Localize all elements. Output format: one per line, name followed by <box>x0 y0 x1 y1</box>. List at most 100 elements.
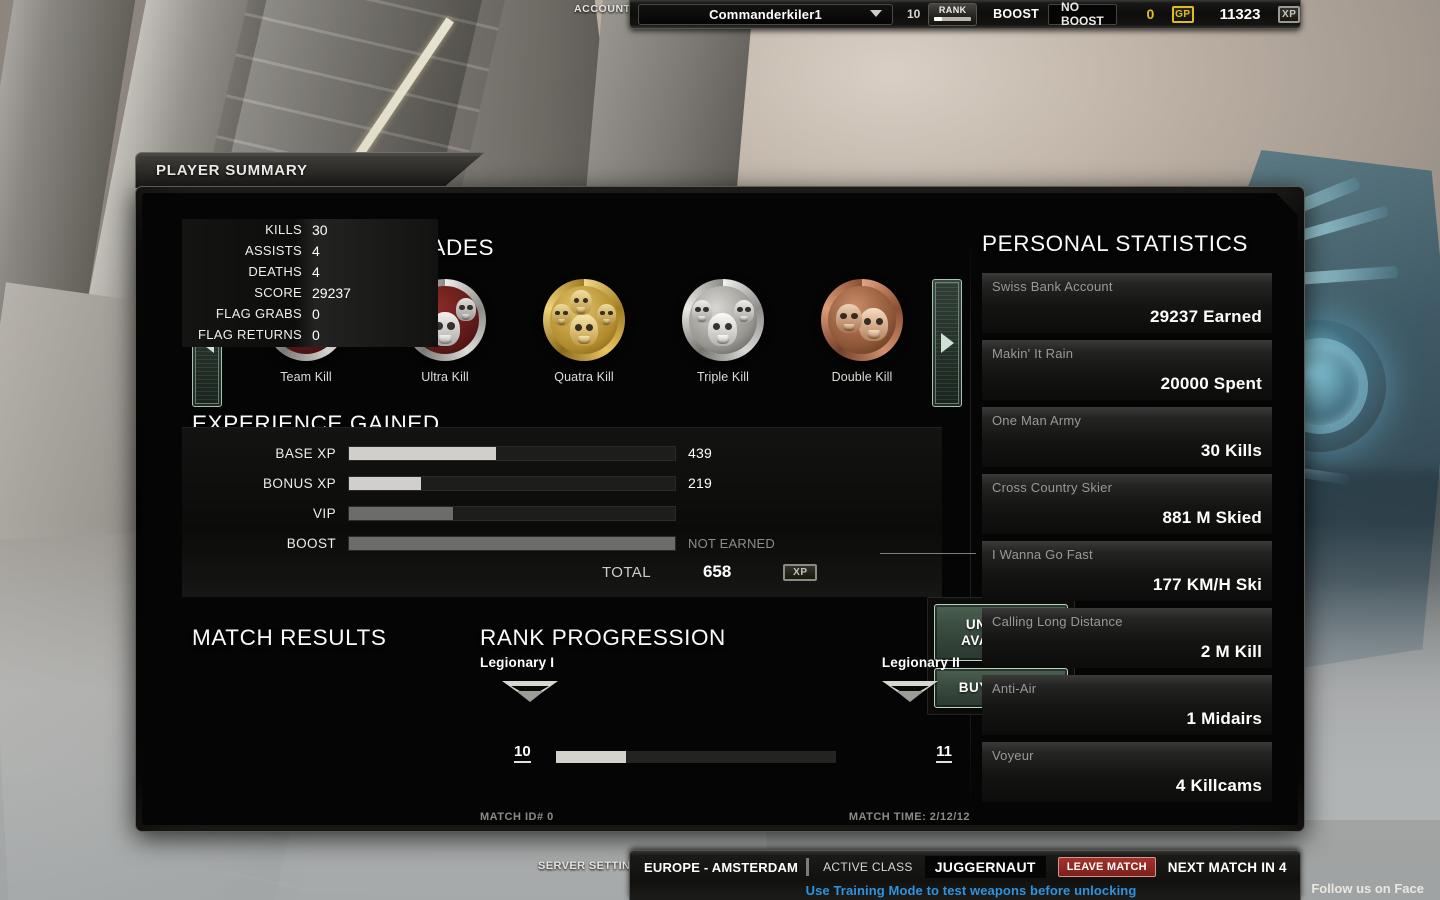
xp-row: BOOST NOT EARNED <box>182 532 842 554</box>
xp-row-label: BONUS XP <box>263 475 336 491</box>
server-name[interactable]: EUROPE - AMSTERDAM <box>636 860 806 875</box>
skull-icon <box>859 308 888 341</box>
badge-label: Double Kill <box>831 370 893 384</box>
xp-row-value: 219 <box>688 475 712 491</box>
boost-status[interactable]: NO BOOST <box>1048 0 1117 28</box>
next-level: 11 <box>936 743 952 763</box>
current-level: 10 <box>514 743 531 763</box>
badge-item[interactable]: Quatra Kill <box>514 279 654 384</box>
server-caret <box>806 858 810 876</box>
active-class-label: ACTIVE CLASS <box>823 860 913 874</box>
current-rank-name: Legionary I <box>480 655 555 670</box>
skull-icon <box>570 314 598 346</box>
boost-label: BOOST <box>993 7 1040 21</box>
personal-statistics-title: PERSONAL STATISTICS <box>982 231 1249 256</box>
medal-icon <box>543 279 625 361</box>
stat-row: I Wanna Go Fast 177 KM/H Ski <box>982 541 1272 601</box>
xp-row-value: NOT EARNED <box>688 535 775 551</box>
personal-statistics-section: PERSONAL STATISTICS Swiss Bank Account 2… <box>982 231 1272 809</box>
xp-row-fill <box>349 476 421 490</box>
stat-value: 30 Kills <box>1200 441 1262 460</box>
xp-row-label: BASE XP <box>275 445 336 461</box>
medal-icon <box>821 279 903 361</box>
stat-row: Cross Country Skier 881 M Skied <box>982 474 1272 534</box>
row-value: 30 <box>312 221 328 238</box>
match-id: MATCH ID# 0 <box>480 811 554 823</box>
xp-row-label: BOOST <box>286 535 336 551</box>
stat-title: I Wanna Go Fast <box>992 547 1093 562</box>
rank-progression-section: RANK PROGRESSION Legionary I Legionary I… <box>480 625 970 763</box>
next-rank-name: Legionary II <box>881 655 960 670</box>
rank-label: RANK <box>938 4 967 15</box>
row-value: 29237 <box>312 284 351 301</box>
stat-row: Calling Long Distance 2 M Kill <box>982 608 1272 668</box>
row-label: DEATHS <box>248 264 302 279</box>
panel-frame: BADGES AND ACCOLADES Team <box>135 186 1305 832</box>
stat-value: 177 KM/H Ski <box>1152 575 1262 594</box>
medal-icon <box>682 279 764 361</box>
badges-next-button[interactable] <box>932 279 962 407</box>
xp-row-track <box>348 505 676 521</box>
stat-row: Voyeur 4 Killcams <box>982 742 1272 802</box>
row-label: FLAG RETURNS <box>197 327 302 342</box>
row-value: 0 <box>312 305 320 322</box>
medal-face <box>828 286 896 354</box>
stat-title: Calling Long Distance <box>992 614 1123 629</box>
badge-label: Team Kill <box>280 370 332 384</box>
stat-value: 881 M Skied <box>1162 508 1262 527</box>
bottom-bar: EUROPE - AMSTERDAM ACTIVE CLASS JUGGERNA… <box>629 850 1424 900</box>
xp-row: BONUS XP 219 <box>182 472 842 494</box>
xp-row-value: 439 <box>688 445 712 461</box>
row-value: 4 <box>312 263 320 280</box>
badge-item[interactable]: Triple Kill <box>653 279 793 384</box>
gp-value: 0 <box>1146 6 1155 22</box>
follow-us-text: Follow us on Face <box>1311 881 1424 896</box>
badge-label: Ultra Kill <box>421 370 469 384</box>
row-label: FLAG GRABS <box>215 306 302 321</box>
rank-progress-track <box>556 751 836 763</box>
bottom-bar-tip-row: Use Training Mode to test weapons before… <box>636 881 1424 899</box>
skull-icon <box>692 300 712 323</box>
skull-icon <box>734 300 754 323</box>
match-time: MATCH TIME: 2/12/12 <box>848 811 970 823</box>
leave-match-button[interactable]: LEAVE MATCH <box>1057 857 1156 877</box>
rank-progress-fill <box>934 16 943 21</box>
xp-icon: XP <box>783 563 818 581</box>
personal-statistics-list: Swiss Bank Account 29237 Earned Makin' I… <box>982 273 1272 802</box>
table-row: ASSISTS 4 <box>182 240 438 261</box>
row-label: KILLS <box>265 222 302 237</box>
stat-row: Anti-Air 1 Midairs <box>982 675 1272 735</box>
account-bar: Commanderkiler1 10 RANK BOOST NO BOOST 0… <box>629 0 1301 29</box>
table-row: KILLS 30 <box>182 219 438 240</box>
stat-title: Cross Country Skier <box>992 480 1113 495</box>
stat-value: 4 Killcams <box>1175 776 1262 795</box>
match-meta: MATCH ID# 0 MATCH TIME: 2/12/12 <box>480 811 970 823</box>
skull-icon <box>708 313 737 346</box>
rank-progression-title: RANK PROGRESSION <box>480 625 726 650</box>
right-arrow-icon <box>940 333 954 353</box>
active-class-value[interactable]: JUGGERNAUT <box>924 856 1046 878</box>
badge-item[interactable]: Double Kill <box>792 279 932 384</box>
total-value: 658 <box>702 562 732 581</box>
tab-player-summary[interactable]: PLAYER SUMMARY <box>135 152 485 188</box>
experience-panel: BASE XP 439 BONUS XP 219 VIP BOOST NOT E… <box>182 427 976 597</box>
rank-progression-body: Legionary I Legionary II 10 11 <box>480 655 960 795</box>
rank-progress-track <box>934 16 972 21</box>
next-match-timer: NEXT MATCH IN 4 <box>1167 859 1287 875</box>
xp-row-fill <box>349 446 496 460</box>
match-results-table: KILLS 30 ASSISTS 4 DEATHS 4 SCORE 29237 … <box>182 219 438 347</box>
xp-row: VIP <box>182 502 842 524</box>
skull-icon <box>570 290 592 315</box>
stat-title: Voyeur <box>992 748 1034 763</box>
row-label: ASSISTS <box>244 243 302 258</box>
player-name-dropdown[interactable]: Commanderkiler1 <box>638 3 893 25</box>
tip-text: Use Training Mode to test weapons before… <box>805 882 1137 898</box>
rank-progress-fill <box>556 751 626 763</box>
badge-label: Triple Kill <box>696 370 750 384</box>
stat-row: Makin' It Rain 20000 Spent <box>982 340 1272 400</box>
row-value: 4 <box>312 242 320 259</box>
match-results-title: MATCH RESULTS <box>192 625 387 650</box>
xp-row-track <box>348 475 676 491</box>
skull-icon <box>836 304 862 333</box>
panel-divider <box>970 231 971 811</box>
